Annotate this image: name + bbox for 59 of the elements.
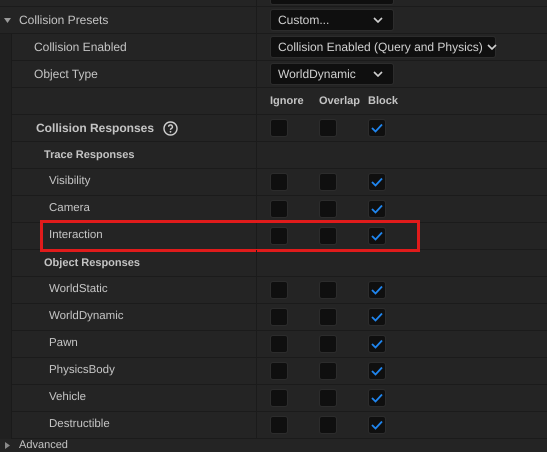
help-icon[interactable] <box>163 120 178 136</box>
checkbox[interactable] <box>368 362 386 380</box>
checkbox[interactable] <box>270 308 288 326</box>
channel-label: Pawn <box>49 336 78 352</box>
section-label: Collision Responses <box>36 120 154 137</box>
channel-label: WorldDynamic <box>49 309 124 324</box>
channel-label: PhysicsBody <box>49 363 115 378</box>
checkbox[interactable] <box>319 335 337 353</box>
collapse-arrow-icon[interactable] <box>4 18 11 22</box>
checkbox[interactable] <box>368 173 386 191</box>
channel-label: Camera <box>49 201 90 216</box>
checkbox[interactable] <box>270 227 288 245</box>
dropdown[interactable]: Collision Enabled (Query and Physics) <box>270 36 496 58</box>
checkbox[interactable] <box>368 200 386 218</box>
dropdown[interactable]: Custom... <box>270 9 394 31</box>
checkbox[interactable] <box>270 362 288 380</box>
column-header: Ignore <box>270 94 305 109</box>
group-label: Object Responses <box>44 256 140 271</box>
checkbox[interactable] <box>368 389 386 407</box>
checkbox[interactable] <box>270 119 288 137</box>
checkbox[interactable] <box>319 200 337 218</box>
checkbox[interactable] <box>270 416 288 434</box>
checkbox[interactable] <box>270 281 288 299</box>
property-label: Object Type <box>34 66 98 83</box>
property-label: Collision Presets <box>19 12 108 29</box>
dropdown[interactable] <box>270 0 394 5</box>
channel-label: Visibility <box>49 174 90 190</box>
chevron-icon <box>373 71 383 77</box>
checkbox[interactable] <box>319 389 337 407</box>
checkbox[interactable] <box>368 281 386 299</box>
checkbox[interactable] <box>368 335 386 353</box>
channel-label: Destructible <box>49 417 110 432</box>
checkbox[interactable] <box>319 416 337 434</box>
checkbox[interactable] <box>368 119 386 137</box>
chevron-icon <box>373 17 383 23</box>
dropdown[interactable]: WorldDynamic <box>270 63 394 85</box>
checkbox[interactable] <box>368 416 386 434</box>
checkbox[interactable] <box>270 389 288 407</box>
checkbox[interactable] <box>319 281 337 299</box>
checkbox[interactable] <box>319 308 337 326</box>
checkbox[interactable] <box>270 200 288 218</box>
group-label: Trace Responses <box>44 148 134 163</box>
checkbox[interactable] <box>368 308 386 326</box>
channel-label: Interaction <box>49 228 103 244</box>
checkbox[interactable] <box>368 227 386 245</box>
section-label: Advanced <box>19 439 68 452</box>
checkbox[interactable] <box>270 335 288 353</box>
checkbox[interactable] <box>270 173 288 191</box>
property-label: Collision Enabled <box>34 39 127 56</box>
checkbox[interactable] <box>319 119 337 137</box>
column-header: Block <box>368 94 398 109</box>
chevron-icon <box>486 44 497 50</box>
checkbox[interactable] <box>319 227 337 245</box>
column-header: Overlap <box>319 94 361 109</box>
expand-arrow-icon[interactable] <box>5 442 10 449</box>
checkbox[interactable] <box>319 173 337 191</box>
channel-label: Vehicle <box>49 390 86 406</box>
channel-label: WorldStatic <box>49 282 108 298</box>
checkbox[interactable] <box>319 362 337 380</box>
